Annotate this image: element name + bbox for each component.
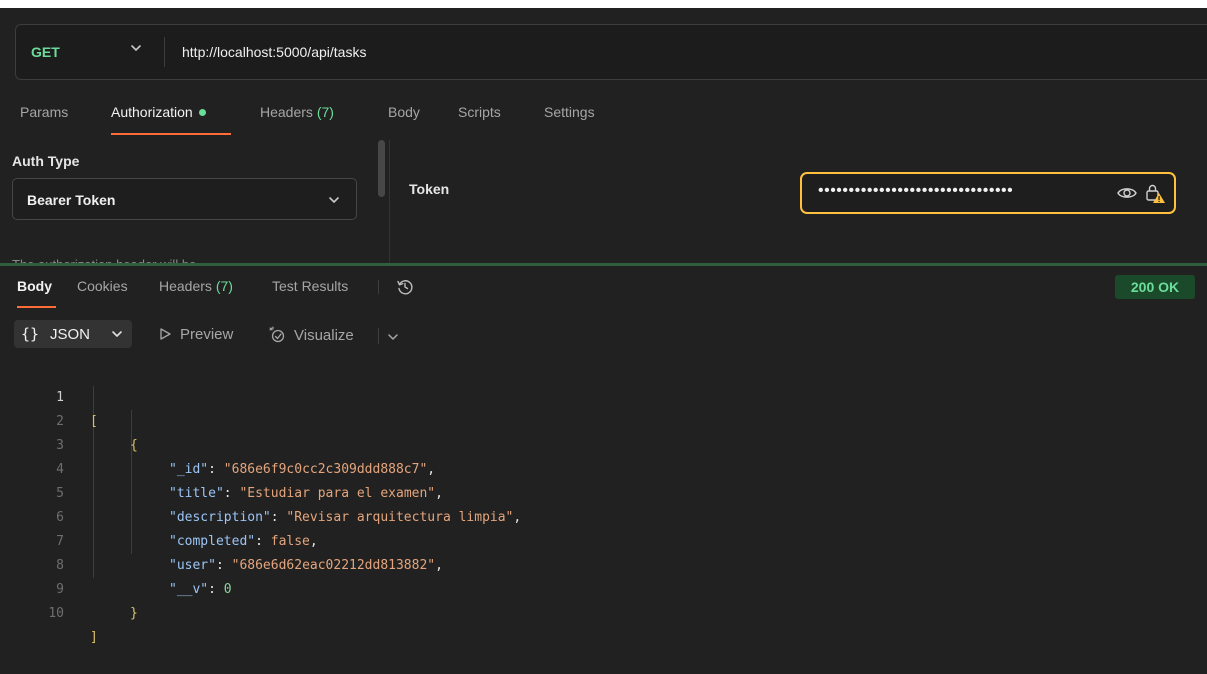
auth-type-panel: Auth Type Bearer Token The authorization… — [0, 140, 375, 265]
auth-type-label: Auth Type — [12, 153, 80, 169]
response-tab-underline — [17, 306, 56, 308]
url-input[interactable]: http://localhost:5000/api/tasks — [182, 44, 366, 60]
chevron-down-icon — [112, 331, 122, 337]
visualize-button[interactable]: Visualize — [268, 326, 354, 344]
auth-type-select[interactable]: Bearer Token — [12, 178, 357, 220]
visualize-divider — [378, 328, 379, 344]
tab-response-body[interactable]: Body — [17, 278, 52, 294]
history-icon[interactable] — [396, 278, 414, 296]
preview-button[interactable]: Preview — [158, 326, 233, 343]
response-tabs: Body Cookies Headers (7) Test Results — [0, 276, 1207, 316]
visualize-icon — [269, 326, 285, 343]
tab-scripts[interactable]: Scripts — [458, 104, 501, 120]
active-tab-underline — [111, 133, 231, 135]
token-label: Token — [409, 181, 450, 197]
auth-active-dot — [198, 108, 206, 116]
format-select[interactable]: {} JSON — [14, 320, 132, 348]
code-line: 5 "description": "Revisar arquitectura l… — [0, 458, 1207, 525]
preview-label: Preview — [180, 326, 234, 343]
auth-type-value: Bearer Token — [27, 192, 116, 208]
window-top-strip — [0, 0, 1207, 8]
code-text: } — [130, 606, 138, 621]
chevron-down-icon[interactable] — [128, 40, 144, 56]
play-icon — [160, 328, 171, 340]
auth-panel-scrollbar[interactable] — [378, 140, 385, 197]
tab-headers-count: (7) — [316, 104, 334, 120]
response-tabs-divider — [378, 280, 379, 294]
braces-icon: {} — [21, 325, 40, 343]
format-select-value: JSON — [50, 326, 91, 343]
visualize-label: Visualize — [294, 327, 354, 344]
request-tabs: Params Authorization Headers (7) Body Sc… — [0, 100, 700, 136]
code-line: 7 "user": "686e6d62eac02212dd813882", — [0, 506, 1207, 573]
code-line: 4 "title": "Estudiar para el examen", — [0, 434, 1207, 501]
response-body-viewer[interactable]: 1 [ 2 { 3 "_id": "686e6f9c0cc2c309ddd888… — [0, 362, 1207, 645]
code-line: 2 { — [0, 386, 1207, 453]
tab-test-results[interactable]: Test Results — [272, 278, 348, 294]
response-format-bar: {} JSON Preview Visualize — [0, 318, 600, 350]
url-divider — [164, 37, 165, 67]
token-masked-value: •••••••••••••••••••••••••••••••• — [818, 182, 1014, 199]
token-input[interactable]: •••••••••••••••••••••••••••••••• — [800, 172, 1176, 214]
tab-response-headers-count: (7) — [215, 278, 233, 294]
code-text: ] — [90, 630, 98, 645]
auth-panel-divider — [389, 140, 390, 265]
tab-body[interactable]: Body — [388, 104, 420, 120]
code-line: 9 } — [0, 554, 1207, 621]
tab-cookies[interactable]: Cookies — [77, 278, 128, 294]
tab-response-headers[interactable]: Headers (7) — [159, 278, 233, 294]
lock-warning-icon[interactable] — [1144, 182, 1166, 204]
status-badge[interactable]: 200 OK — [1115, 275, 1195, 299]
line-number: 10 — [48, 606, 64, 621]
method-select-label[interactable]: GET — [31, 44, 60, 60]
eye-icon[interactable] — [1116, 183, 1138, 203]
panel-resize-divider[interactable] — [0, 263, 1207, 266]
tab-params[interactable]: Params — [20, 104, 68, 120]
tab-response-headers-label: Headers — [159, 278, 212, 294]
code-line: 8 "__v": 0 — [0, 530, 1207, 597]
chevron-down-icon[interactable] — [386, 330, 400, 344]
code-line: 10 ] — [0, 578, 1207, 645]
url-bar: GET http://localhost:5000/api/tasks — [15, 24, 1207, 80]
chevron-down-icon — [329, 197, 339, 203]
code-line: 3 "_id": "686e6f9c0cc2c309ddd888c7", — [0, 410, 1207, 477]
tab-settings[interactable]: Settings — [544, 104, 595, 120]
code-line: 6 "completed": false, — [0, 482, 1207, 549]
tab-headers[interactable]: Headers (7) — [260, 104, 334, 120]
tab-headers-label: Headers — [260, 104, 313, 120]
code-line: 1 [ — [0, 362, 1207, 429]
tab-authorization[interactable]: Authorization — [111, 104, 206, 120]
tab-authorization-label: Authorization — [111, 104, 193, 120]
